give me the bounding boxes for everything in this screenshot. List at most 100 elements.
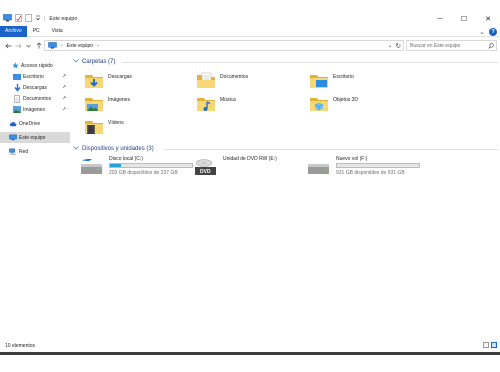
recent-locations-button[interactable] (24, 41, 33, 50)
sidebar-item-acceso-rapido[interactable]: Acceso rápido (0, 60, 70, 71)
pin-icon (62, 73, 67, 80)
drive-detail: 931 GB disponibles de 931 GB (336, 170, 405, 176)
tab-file[interactable]: Archivo (0, 25, 27, 37)
drive-detail: 203 GB disponibles de 237 GB (109, 170, 178, 176)
breadcrumb-este-equipo[interactable]: Este equipo (67, 43, 93, 49)
collapse-chevron-icon[interactable] (73, 58, 79, 65)
group-header-folders[interactable]: Carpetas (7) (73, 57, 115, 66)
folder-label: Documentos (220, 74, 249, 80)
pin-icon (62, 84, 67, 91)
group-divider (122, 62, 498, 63)
folder-objetos-3d[interactable]: Objetos 3D (309, 94, 358, 114)
window-title: Este equipo (49, 16, 78, 22)
sidebar-item-label: Este equipo (19, 134, 46, 141)
folder-documentos[interactable]: Documentos (196, 71, 248, 91)
drive-f[interactable]: Nuevo vol (F:) 931 GB disponibles de 931… (307, 156, 420, 180)
details-view-button[interactable] (483, 342, 489, 348)
large-icons-view-button[interactable] (491, 342, 497, 348)
address-bar[interactable]: › Este equipo › ⌄ ↻ (44, 40, 404, 51)
drive-label: Nuevo vol (F:) (336, 156, 368, 162)
group-header-devices[interactable]: Dispositivos y unidades (3) (73, 144, 154, 153)
sidebar-item-red[interactable]: Red (0, 146, 70, 157)
content-area: Carpetas (7) Descargas Documentos Escrit… (72, 56, 500, 336)
search-input[interactable] (410, 42, 488, 49)
music-folder-icon (196, 94, 216, 114)
expand-ribbon-icon[interactable]: ⌄ (479, 28, 485, 36)
videos-folder-icon (84, 117, 104, 137)
folder-descargas[interactable]: Descargas (84, 71, 132, 91)
drive-c[interactable]: Disco local (C:) 203 GB disponibles de 2… (80, 156, 193, 180)
up-button[interactable] (34, 41, 43, 50)
search-icon[interactable] (488, 42, 494, 49)
computer-icon (9, 134, 17, 142)
forward-button[interactable] (14, 41, 23, 50)
address-dropdown-icon[interactable]: ⌄ (388, 42, 393, 49)
pin-icon (62, 95, 67, 102)
sidebar-item-documentos[interactable]: Documentos (0, 93, 70, 104)
sidebar-item-descargas[interactable]: Descargas (0, 82, 70, 93)
title-separator: | (44, 16, 46, 22)
download-icon (13, 83, 21, 92)
view-toggle (483, 342, 497, 348)
folder-musica[interactable]: Música (196, 94, 236, 114)
refresh-icon[interactable]: ↻ (396, 42, 401, 50)
folder-label: Objetos 3D (333, 97, 359, 103)
cloud-icon (9, 120, 17, 128)
navigation-pane: Acceso rápido Escritorio Descargas Docum… (0, 56, 70, 336)
drive-label: Disco local (C:) (109, 156, 143, 162)
folder-label: Descargas (108, 74, 132, 80)
external-drive-icon (307, 158, 331, 176)
folder-label: Imágenes (108, 97, 130, 103)
title-bar: | Este equipo — ☐ ✕ (0, 12, 500, 26)
sidebar-item-label: OneDrive (19, 120, 41, 127)
folder-escritorio[interactable]: Escritorio (309, 71, 354, 91)
back-arrow-icon (5, 43, 12, 48)
group-title: Dispositivos y unidades (3) (82, 145, 154, 152)
drive-e[interactable]: DVD Unidad de DVD RW (E:) (194, 156, 306, 180)
close-button[interactable]: ✕ (476, 12, 500, 26)
documents-icon (13, 94, 21, 103)
sidebar-item-este-equipo[interactable]: Este equipo (0, 132, 70, 143)
folder-videos[interactable]: Vídeos (84, 117, 124, 137)
tab-pc[interactable]: PC (27, 26, 46, 37)
forward-arrow-icon (15, 43, 22, 48)
drive-usage-bar (336, 163, 420, 168)
maximize-button[interactable]: ☐ (452, 12, 476, 26)
sidebar-item-label: Escritorio (23, 73, 44, 80)
pictures-folder-icon (84, 94, 104, 114)
pin-icon (62, 106, 67, 113)
sidebar-item-label: Documentos (23, 95, 52, 102)
sidebar-item-label: Acceso rápido (21, 62, 53, 69)
network-icon (9, 148, 17, 156)
objects-3d-folder-icon (309, 94, 329, 114)
quick-access-toolbar: | (3, 14, 45, 24)
tab-view[interactable]: Vista (46, 26, 69, 37)
drive-usage-fill (110, 164, 122, 167)
collapse-chevron-icon[interactable] (73, 145, 79, 152)
group-title: Carpetas (7) (82, 58, 116, 65)
folder-imagenes[interactable]: Imágenes (84, 94, 130, 114)
customize-toolbar-icon[interactable] (35, 14, 41, 24)
up-arrow-icon (36, 42, 41, 49)
chevron-down-icon (26, 44, 31, 47)
sidebar-item-onedrive[interactable]: OneDrive (0, 118, 70, 129)
documents-folder-icon (196, 71, 216, 91)
minimize-button[interactable]: — (428, 12, 452, 26)
back-button[interactable] (4, 41, 13, 50)
breadcrumb-chevron[interactable]: › (97, 43, 99, 49)
dvd-logo-text: DVD (200, 169, 211, 175)
folder-label: Vídeos (108, 120, 124, 126)
navigation-bar: › Este equipo › ⌄ ↻ (0, 38, 500, 53)
sidebar-item-label: Descargas (23, 84, 47, 91)
folder-label: Música (220, 97, 236, 103)
hard-drive-icon (80, 158, 104, 176)
sidebar-item-escritorio[interactable]: Escritorio (0, 71, 70, 82)
taskbar-edge (0, 352, 500, 355)
search-box[interactable] (406, 40, 497, 51)
sidebar-item-label: Imágenes (23, 106, 45, 113)
properties-icon[interactable] (15, 14, 22, 24)
help-icon[interactable]: ? (489, 27, 497, 36)
new-folder-icon[interactable] (25, 14, 32, 24)
sidebar-item-imagenes[interactable]: Imágenes (0, 104, 70, 115)
breadcrumb-separator[interactable]: › (61, 43, 63, 49)
